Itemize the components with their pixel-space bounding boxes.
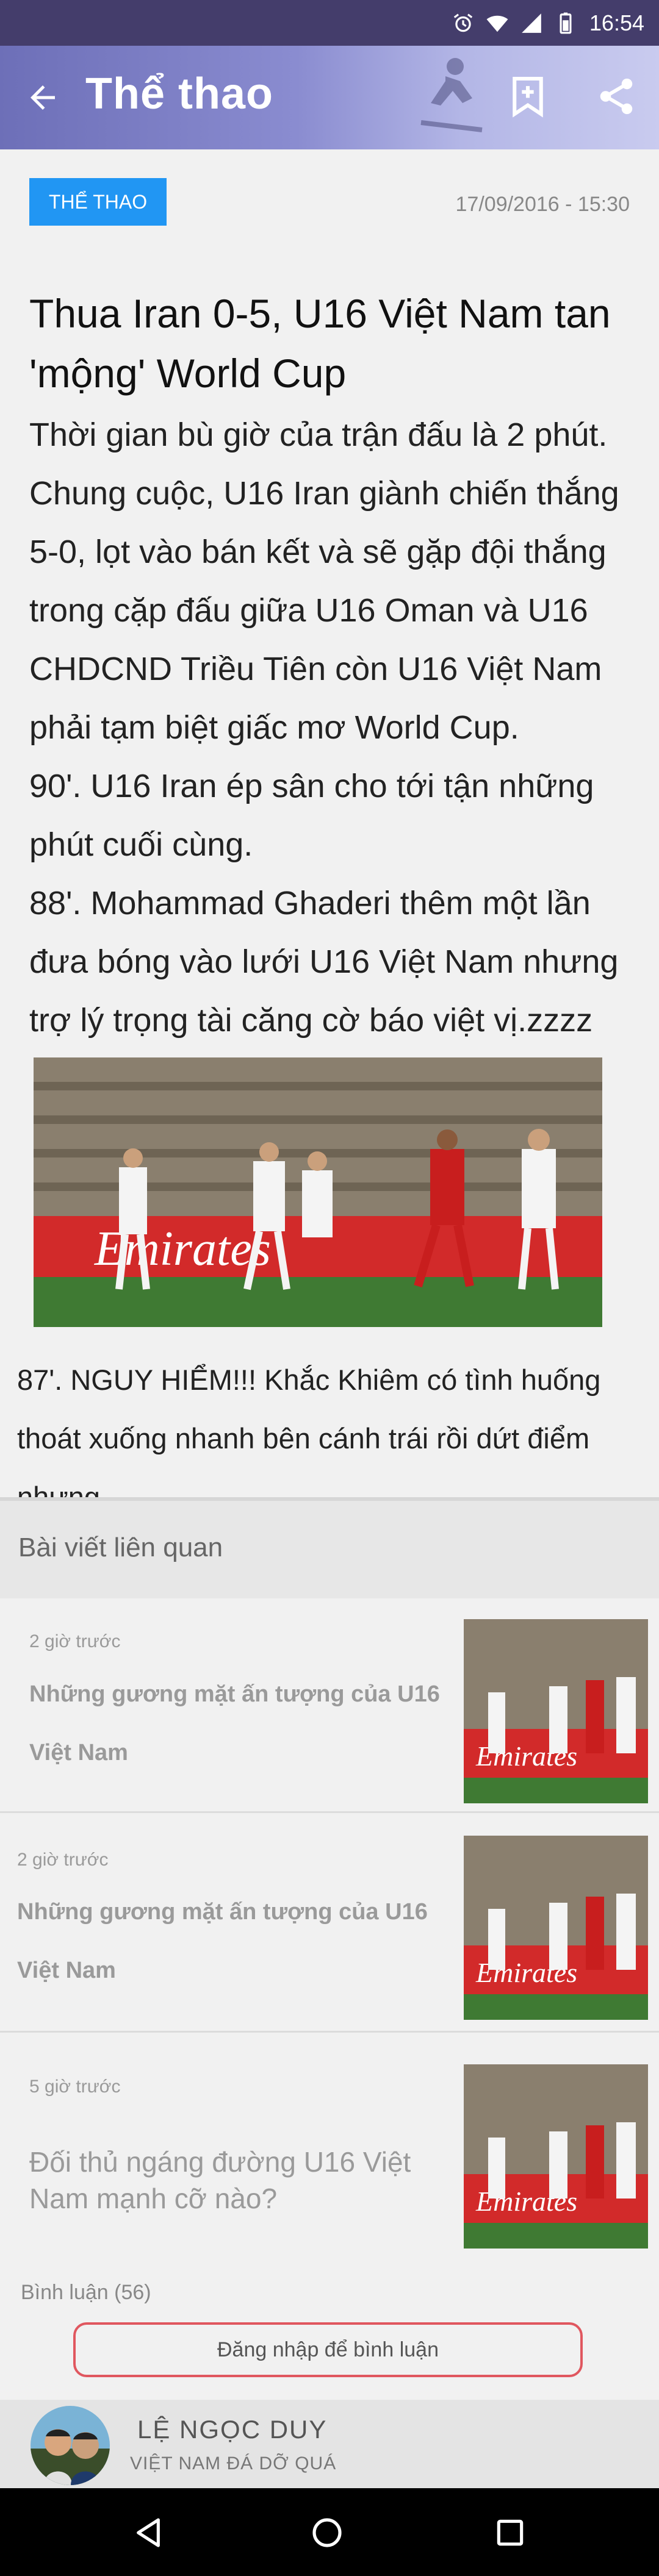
home-circle-icon[interactable] — [310, 2516, 344, 2550]
article-image[interactable]: Emirates — [34, 1057, 602, 1327]
article-headline: Thua Iran 0-5, U16 Việt Nam tan 'mộng' W… — [29, 291, 611, 396]
avatar — [31, 2406, 110, 2485]
article-date: 17/09/2016 - 15:30 — [455, 193, 630, 216]
share-icon[interactable] — [595, 75, 638, 118]
alarm-icon — [453, 13, 473, 32]
related-thumbnail: Emirates — [464, 2064, 648, 2249]
divider — [0, 2031, 659, 2033]
page-title: Thể thao — [85, 70, 273, 118]
skateboarder-decoration — [420, 58, 483, 132]
status-time: 16:54 — [589, 10, 644, 35]
article-paragraph: 88'. Mohammad Ghaderi thêm một lần đưa b… — [29, 885, 619, 1039]
status-bar: 16:54 — [0, 0, 659, 46]
related-time: 5 giờ trước — [29, 2077, 121, 2097]
related-header: Bài viết liên quan — [0, 1501, 659, 1598]
battery-icon — [560, 12, 572, 34]
related-item[interactable]: 5 giờ trước Đối thủ ngáng đường U16 Việt… — [0, 2040, 659, 2256]
comments-count: Bình luận (56) — [21, 2281, 151, 2304]
comment-text: VIỆT NAM ĐÁ DỠ QUÁ — [130, 2453, 337, 2474]
recents-square-icon[interactable] — [493, 2516, 527, 2550]
article-paragraph: 90'. U16 Iran ép sân cho tới tận những p… — [29, 768, 594, 863]
divider — [0, 1811, 659, 1813]
related-title: Đối thủ ngáng đường U16 Việt Nam mạnh cỡ… — [29, 2146, 411, 2214]
related-time: 2 giờ trước — [29, 1631, 121, 1651]
related-thumbnail: Emirates — [464, 1836, 648, 2020]
article-paragraph: Thời gian bù giờ của trận đấu là 2 phút.… — [29, 417, 619, 746]
related-time: 2 giờ trước — [17, 1850, 109, 1870]
app-bar: Thể thao — [0, 46, 659, 149]
comment-author: LỆ NGỌC DUY — [137, 2415, 328, 2444]
login-to-comment-button[interactable]: Đăng nhập để bình luận — [73, 2322, 583, 2377]
related-item[interactable]: 2 giờ trước Những gương mặt ấn tượng của… — [0, 1601, 659, 1811]
category-tag[interactable]: THỂ THAO — [29, 178, 167, 226]
related-item[interactable]: 2 giờ trước Những gương mặt ấn tượng của… — [0, 1820, 659, 2031]
signal-icon — [522, 13, 541, 33]
related-title: Những gương mặt ấn tượng của U16 Việt Na… — [29, 1681, 440, 1766]
wifi-icon — [486, 15, 508, 32]
comment-preview[interactable]: LỆ NGỌC DUY VIỆT NAM ĐÁ DỠ QUÁ — [0, 2400, 659, 2488]
system-nav-bar — [0, 2488, 659, 2576]
arrow-left-icon[interactable] — [24, 79, 61, 116]
related-header-label: Bài viết liên quan — [18, 1533, 223, 1562]
related-title: Những gương mặt ấn tượng của U16 Việt Na… — [17, 1899, 428, 1983]
related-thumbnail: Emirates — [464, 1619, 648, 1803]
status-icons — [452, 12, 577, 35]
article-body: Thời gian bù giờ của trận đấu là 2 phút.… — [29, 406, 639, 1050]
back-triangle-icon[interactable] — [131, 2516, 165, 2550]
bookmark-icon[interactable] — [510, 75, 546, 118]
